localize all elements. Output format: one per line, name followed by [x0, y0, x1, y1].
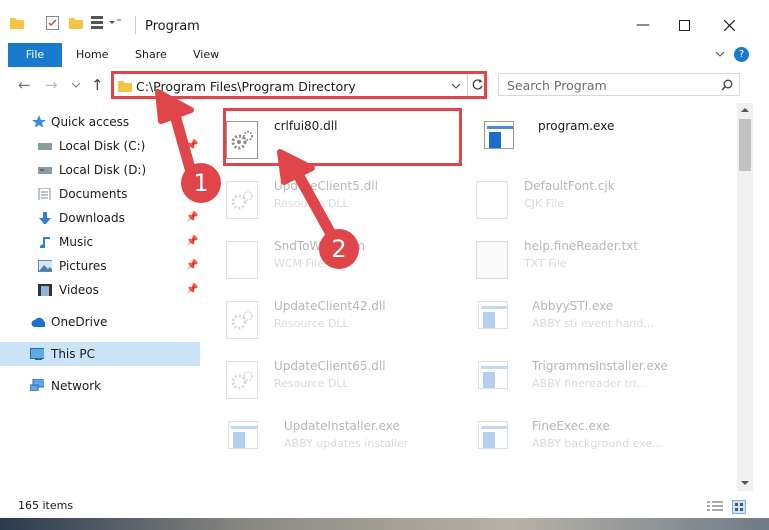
- large-icons-view-icon[interactable]: [732, 500, 746, 514]
- details-view-icon[interactable]: [707, 501, 723, 513]
- arrow-1-head: [155, 89, 194, 124]
- arrow-2-shaft: [289, 163, 337, 240]
- status-bar: 165 items: [0, 496, 769, 518]
- arrow-2-head: [277, 149, 315, 185]
- annotation-arrows: [155, 89, 337, 240]
- explorer-window: Program — File Home Share View ? ← → ↑ C…: [0, 0, 769, 530]
- desktop-background: [0, 518, 769, 530]
- item-count: 165 items: [18, 499, 74, 512]
- callout-2: 2: [319, 229, 359, 269]
- callout-1: 1: [181, 163, 221, 203]
